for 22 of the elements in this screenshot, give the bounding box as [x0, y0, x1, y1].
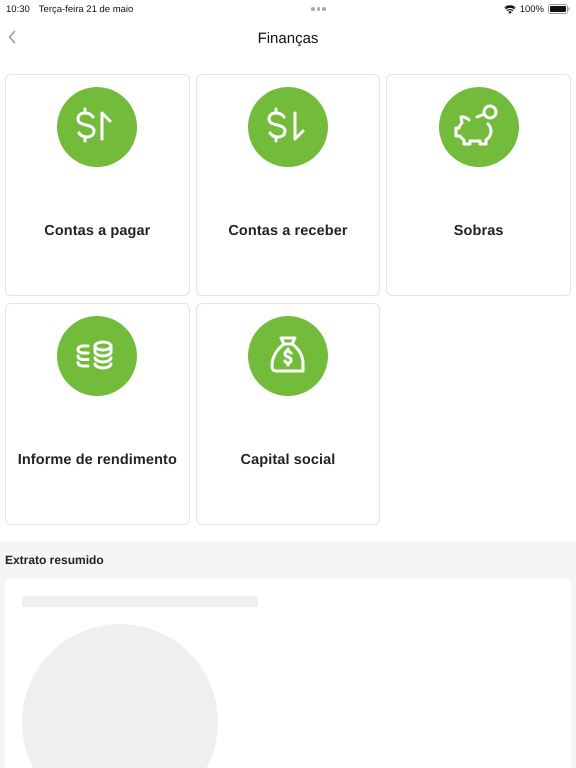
multitasking-dots-icon[interactable]	[311, 7, 326, 11]
coins-icon	[57, 316, 138, 396]
card-label: Capital social	[240, 452, 336, 468]
card-label: Sobras	[454, 223, 504, 239]
battery-icon	[548, 4, 570, 14]
bag-icon	[248, 316, 328, 396]
menu-card[interactable]: Contas a pagar	[5, 74, 190, 296]
menu-card[interactable]: Capital social	[196, 303, 380, 525]
card-label: Contas a receber	[228, 223, 348, 239]
card-label: Contas a pagar	[44, 223, 150, 239]
wifi-icon	[504, 4, 516, 14]
section-title: Extrato resumido	[5, 553, 105, 567]
menu-card[interactable]: Sobras	[386, 74, 571, 296]
piggy-icon	[438, 87, 519, 167]
page-title: Finanças	[258, 30, 318, 46]
status-date: Terça-feira 21 de maio	[38, 4, 134, 14]
back-button[interactable]	[8, 30, 18, 44]
battery-level: 100%	[520, 4, 544, 14]
menu-card[interactable]: Informe de rendimento	[5, 303, 190, 525]
status-time: 10:30	[6, 4, 30, 14]
menu-card[interactable]: Contas a receber	[196, 74, 380, 296]
card-label: Informe de rendimento	[18, 452, 177, 468]
